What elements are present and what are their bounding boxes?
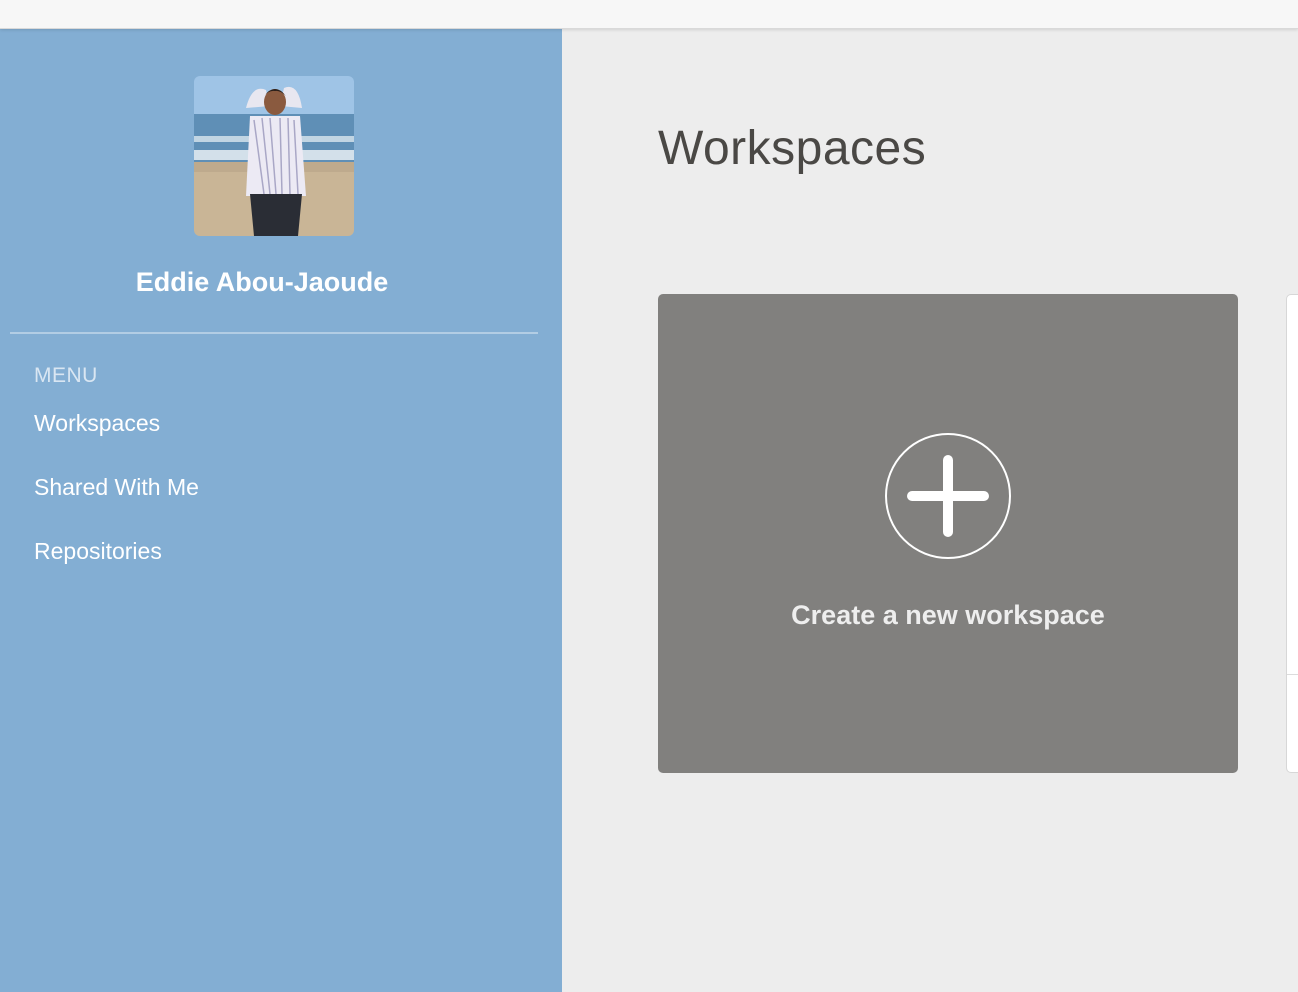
create-workspace-card[interactable]: Create a new workspace xyxy=(658,294,1238,773)
page-title: Workspaces xyxy=(658,122,927,175)
top-bar xyxy=(0,0,1298,29)
menu-heading: MENU xyxy=(34,364,98,387)
sidebar-item-repositories[interactable]: Repositories xyxy=(34,538,162,565)
create-workspace-label: Create a new workspace xyxy=(791,600,1105,630)
main-content: Workspaces Create a new workspace xyxy=(562,29,1298,992)
sidebar-divider xyxy=(10,332,538,334)
sidebar-item-shared-with-me[interactable]: Shared With Me xyxy=(34,474,199,501)
user-name: Eddie Abou-Jaoude xyxy=(135,267,389,297)
plus-circle-icon xyxy=(884,432,1012,560)
avatar[interactable] xyxy=(194,76,354,236)
sidebar: Eddie Abou-Jaoude MENU Workspaces Shared… xyxy=(0,29,562,992)
workspace-card-footer-divider xyxy=(1287,674,1298,675)
sidebar-item-workspaces[interactable]: Workspaces xyxy=(34,410,160,437)
workspace-card-partial[interactable] xyxy=(1286,294,1298,773)
